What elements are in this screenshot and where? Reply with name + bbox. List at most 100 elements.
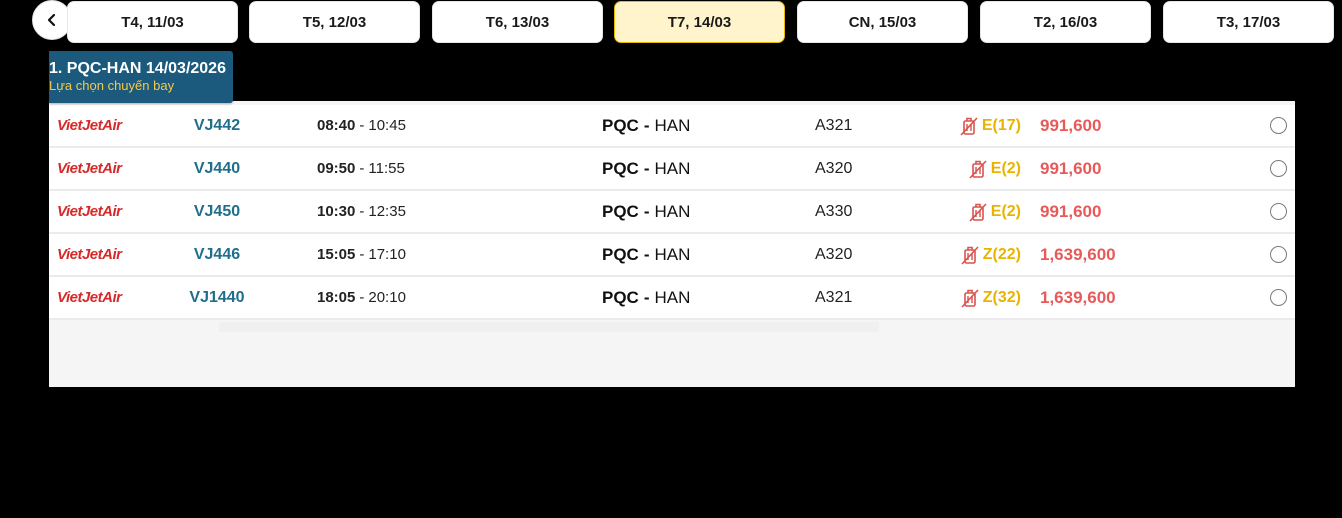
prev-dates-button[interactable] [32,0,72,40]
origin-code: PQC [602,201,639,221]
airline-logo: VietJetAir [57,117,122,134]
date-tab[interactable]: T4, 11/03 [67,1,238,43]
flight-times: 08:40-10:45 [317,105,406,146]
fare-class: E(17) [949,105,1021,146]
origin-code: PQC [602,287,639,307]
aircraft-type: A320 [815,159,853,177]
date-tab[interactable]: T7, 14/03 [614,1,785,43]
departure-time: 08:40 [317,117,356,134]
airline-logo: VietJetAir [57,246,122,263]
route-separator: - [643,201,650,221]
time-separator: - [359,160,365,177]
list-footer-strip [219,322,879,332]
no-baggage-icon [967,158,989,180]
fare-class-label: E(17) [981,116,1021,134]
radio-icon[interactable] [1270,203,1287,220]
fare-class: E(2) [949,191,1021,232]
aircraft-type: A321 [815,116,853,134]
arrival-time: 12:35 [368,203,406,220]
destination-code: HAN [654,201,691,221]
departure-time: 18:05 [317,289,356,306]
flight-row[interactable]: VietJetAir VJ442 08:40-10:45 PQC - HAN A321 E(1… [49,105,1295,148]
destination-code: HAN [654,115,691,135]
flight-route: PQC - HAN [602,191,690,232]
flight-search-app: T4, 11/03 T5, 12/03 T6, 13/03 T7, 14/03 CN, … [0,0,1342,518]
flight-route: PQC - HAN [602,148,690,189]
flight-price: 991,600 [1040,158,1102,178]
no-baggage-icon [967,201,989,223]
flight-times: 09:50-11:55 [317,148,405,189]
arrival-time: 10:45 [368,117,406,134]
flight-row[interactable]: VietJetAir VJ440 09:50-11:55 PQC - HAN A320 E(2… [49,148,1295,191]
select-flight-radio[interactable] [1270,148,1290,189]
aircraft-type: A320 [815,245,853,263]
flight-price: 1,639,600 [1040,244,1116,264]
departure-time: 09:50 [317,160,356,177]
flight-number: VJ1440 [189,288,245,306]
flight-row[interactable]: VietJetAir VJ450 10:30-12:35 PQC - HAN A330 E(2… [49,191,1295,234]
destination-code: HAN [654,158,691,178]
flight-route: PQC - HAN [602,105,690,146]
arrival-time: 20:10 [368,289,406,306]
flight-number: VJ446 [193,245,241,263]
arrival-time: 11:55 [368,160,405,177]
route-subtitle: Lựa chọn chuyến bay [49,78,175,93]
flight-number: VJ442 [193,116,241,134]
select-flight-radio[interactable] [1270,191,1290,232]
airline-logo: VietJetAir [57,203,122,220]
airline-logo: VietJetAir [57,160,122,177]
aircraft-type: A321 [815,288,853,306]
flight-row[interactable]: VietJetAir VJ446 15:05-17:10 PQC - HAN A320 Z(2… [49,234,1295,277]
origin-code: PQC [602,158,639,178]
radio-icon[interactable] [1270,160,1287,177]
destination-code: HAN [654,244,691,264]
aircraft-type: A330 [815,202,853,220]
flight-results-panel: 1. PQC-HAN 14/03/2026 Lựa chọn chuyến ba… [49,50,1295,387]
flight-route: PQC - HAN [602,234,690,275]
flight-list: VietJetAir VJ442 08:40-10:45 PQC - HAN A321 E(1… [49,105,1295,320]
date-tab[interactable]: T2, 16/03 [980,1,1151,43]
time-separator: - [359,289,365,306]
flight-number: VJ450 [193,202,241,220]
route-separator: - [643,158,650,178]
arrival-time: 17:10 [368,246,406,263]
time-separator: - [359,117,365,134]
airline-logo: VietJetAir [57,289,122,306]
flight-route: PQC - HAN [602,277,690,318]
fare-class-label: Z(32) [982,288,1021,306]
fare-class: Z(22) [949,234,1021,275]
date-tab[interactable]: CN, 15/03 [797,1,968,43]
no-baggage-icon [959,287,981,309]
date-selector: T4, 11/03 T5, 12/03 T6, 13/03 T7, 14/03 CN, … [0,0,1342,48]
no-baggage-icon [958,115,980,137]
flight-times: 15:05-17:10 [317,234,406,275]
fare-class: E(2) [949,148,1021,189]
flight-row[interactable]: VietJetAir VJ1440 18:05-20:10 PQC - HAN A321 Z(… [49,277,1295,320]
date-tab[interactable]: T3, 17/03 [1163,1,1334,43]
flight-price: 991,600 [1040,201,1102,221]
no-baggage-icon [959,244,981,266]
route-separator: - [643,287,650,307]
flight-price: 1,639,600 [1040,287,1116,307]
flight-times: 10:30-12:35 [317,191,406,232]
route-title: 1. PQC-HAN 14/03/2026 [49,60,226,77]
date-tab[interactable]: T5, 12/03 [249,1,420,43]
radio-icon[interactable] [1270,117,1287,134]
fare-class-label: Z(22) [982,245,1021,263]
radio-icon[interactable] [1270,246,1287,263]
origin-code: PQC [602,115,639,135]
fare-class-label: E(2) [990,159,1021,177]
time-separator: - [359,246,365,263]
route-separator: - [643,244,650,264]
fare-class: Z(32) [949,277,1021,318]
select-flight-radio[interactable] [1270,234,1290,275]
date-tab[interactable]: T6, 13/03 [432,1,603,43]
select-flight-radio[interactable] [1270,105,1290,146]
panel-header [49,50,1295,101]
select-flight-radio[interactable] [1270,277,1290,318]
radio-icon[interactable] [1270,289,1287,306]
chevron-left-icon [47,13,56,27]
time-separator: - [359,203,365,220]
flight-times: 18:05-20:10 [317,277,406,318]
route-separator: - [643,115,650,135]
